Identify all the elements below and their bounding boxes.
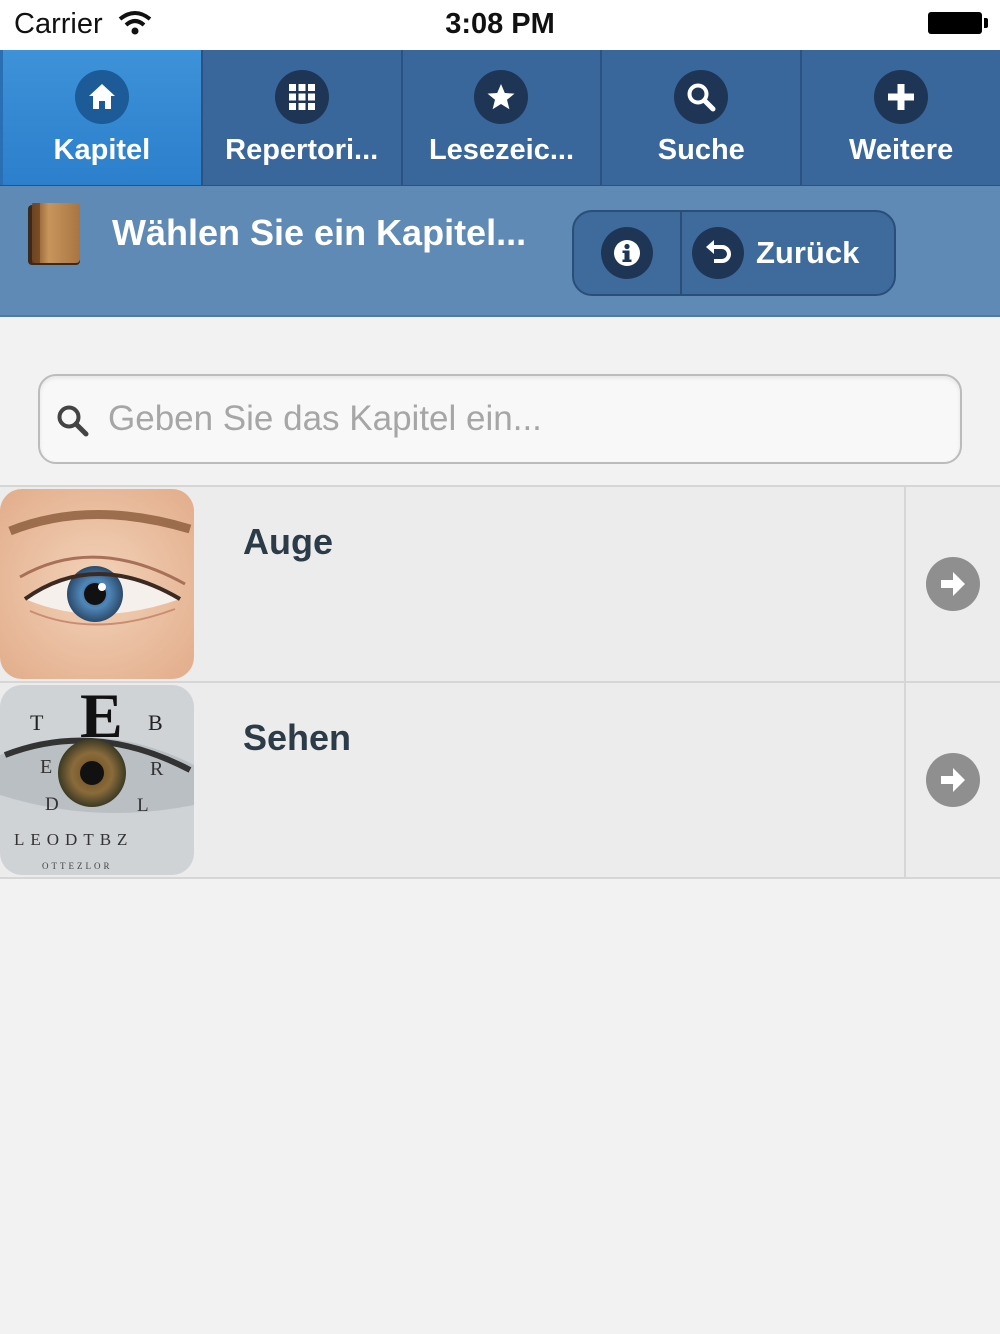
search-input[interactable]	[108, 376, 948, 462]
svg-text:T: T	[30, 710, 44, 735]
list-item-label: Sehen	[243, 717, 352, 758]
star-icon	[474, 70, 529, 124]
tab-label: Repertori...	[225, 134, 379, 166]
svg-text:R: R	[150, 758, 164, 780]
svg-text:D: D	[45, 794, 59, 815]
search-icon	[57, 405, 89, 437]
tab-label: Lesezeic...	[428, 134, 575, 166]
page-title: Wählen Sie ein Kapitel...	[112, 212, 527, 253]
svg-text:B: B	[148, 710, 163, 735]
header-button-group: Zurück	[572, 210, 896, 296]
disclosure-button[interactable]	[904, 487, 1000, 681]
info-button[interactable]	[574, 212, 682, 294]
list-item[interactable]: E T B E R D L LEODTBZ OTTEZLOR Sehen	[0, 683, 1000, 879]
back-button[interactable]: Zurück	[682, 212, 894, 294]
svg-text:E: E	[80, 685, 123, 751]
svg-text:L: L	[137, 795, 149, 816]
tab-bar: Kapitel Repertori... Lesezeic... Suche W…	[0, 50, 1000, 186]
tab-lesezeichen[interactable]: Lesezeic...	[403, 50, 603, 185]
tab-kapitel[interactable]: Kapitel	[0, 50, 203, 185]
grid-icon	[274, 70, 329, 124]
status-bar: Carrier 3:08 PM	[0, 0, 1000, 50]
battery-icon	[928, 12, 988, 34]
list-item-label: Auge	[243, 521, 333, 562]
tab-label: Weitere	[848, 134, 954, 166]
book-icon	[28, 203, 80, 265]
info-icon	[601, 227, 653, 279]
eye-photo	[0, 489, 194, 679]
clock-label: 3:08 PM	[445, 8, 555, 40]
back-button-label: Zurück	[756, 235, 860, 270]
eye-chart-photo: E T B E R D L LEODTBZ OTTEZLOR	[0, 685, 194, 875]
tab-repertorium[interactable]: Repertori...	[203, 50, 403, 185]
plus-icon	[874, 70, 929, 124]
svg-text:OTTEZLOR: OTTEZLOR	[42, 861, 113, 871]
arrow-right-icon	[926, 557, 980, 611]
home-icon	[74, 70, 129, 124]
svg-text:LEODTBZ: LEODTBZ	[14, 830, 133, 849]
tab-label: Suche	[657, 134, 745, 166]
svg-text:E: E	[40, 756, 52, 778]
list-item[interactable]: Auge	[0, 487, 1000, 683]
tab-label: Kapitel	[53, 134, 151, 166]
chapter-list: Auge E T B E R D L LEODTBZ OTTEZLOR Sehe…	[0, 485, 1000, 879]
page-header: Wählen Sie ein Kapitel... Zurück	[0, 186, 1000, 317]
tab-suche[interactable]: Suche	[602, 50, 803, 185]
tab-weitere[interactable]: Weitere	[802, 50, 1000, 185]
arrow-right-icon	[926, 753, 980, 807]
search-box	[38, 374, 962, 464]
undo-icon	[692, 227, 744, 279]
search-icon	[674, 70, 729, 124]
disclosure-button[interactable]	[904, 683, 1000, 877]
